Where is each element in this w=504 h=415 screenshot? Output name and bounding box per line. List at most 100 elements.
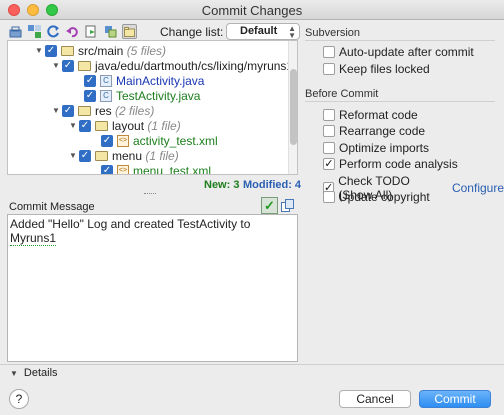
tree-scrollbar[interactable] <box>288 41 297 174</box>
expand-arrow-icon[interactable]: ▼ <box>52 61 62 70</box>
expand-arrow-icon[interactable]: ▼ <box>69 121 79 130</box>
message-history-icon[interactable] <box>281 199 294 212</box>
commit-message-input[interactable]: Added "Hello" Log and created TestActivi… <box>7 214 298 362</box>
checkbox-checked-icon[interactable]: ✓ <box>323 158 335 170</box>
java-file-icon: C <box>100 89 112 102</box>
folder-icon <box>78 60 91 71</box>
expand-arrow-icon[interactable]: ▼ <box>69 151 79 160</box>
new-count: New: 3 <box>204 179 240 191</box>
folder-icon <box>78 105 91 116</box>
changed-files-tree[interactable]: ▼ ✓ src/main (5 files) ▼ ✓ java/edu/dart… <box>7 40 298 175</box>
checkbox-unchecked-icon[interactable] <box>323 142 335 154</box>
option-label: Rearrange code <box>339 124 426 138</box>
folder-icon <box>95 150 108 161</box>
title-bar: Commit Changes <box>0 0 504 20</box>
xml-file-icon: <> <box>117 134 129 147</box>
window-title: Commit Changes <box>201 3 303 18</box>
tree-row-test-activity[interactable]: ✓ C TestActivity.java <box>84 88 200 103</box>
tree-row-label: java/edu/dartmouth/cs/lixing/myruns1 <box>95 58 294 73</box>
tree-row-label: src/main <box>78 43 124 58</box>
checkbox-unchecked-icon[interactable] <box>323 191 335 203</box>
commit-message-flagged-word: Myruns1 <box>10 231 57 246</box>
tree-row-label: TestActivity.java <box>116 88 201 103</box>
tree-row-label: activity_test.xml <box>133 133 218 148</box>
checkbox-checked-icon[interactable]: ✓ <box>79 149 91 162</box>
tree-row-src-main[interactable]: ▼ ✓ src/main (5 files) <box>35 43 166 58</box>
tree-row-menu[interactable]: ▼ ✓ menu (1 file) <box>69 148 179 163</box>
option-label: Perform code analysis <box>339 157 458 171</box>
tree-row-label: menu <box>112 148 143 163</box>
change-list-value: Default <box>240 25 278 37</box>
chevron-up-down-icon: ▲ ▼ <box>288 24 296 40</box>
commit-message-text: Added "Hello" Log and created TestActivi… <box>10 217 251 231</box>
expand-arrow-icon[interactable]: ▼ <box>52 106 62 115</box>
checkbox-checked-icon[interactable]: ✓ <box>45 44 57 57</box>
checkbox-unchecked-icon[interactable] <box>323 46 335 58</box>
file-count: (1 file) <box>145 148 179 163</box>
perform-code-analysis-option[interactable]: ✓ Perform code analysis <box>323 157 458 171</box>
checkbox-checked-icon[interactable]: ✓ <box>79 119 91 132</box>
subversion-heading: Subversion <box>305 27 496 41</box>
chevron-down-icon: ▼ <box>10 368 18 378</box>
scrollbar-thumb[interactable] <box>290 69 297 145</box>
tree-row-label: MainActivity.java <box>116 73 205 88</box>
file-count: (2 files) <box>115 103 155 118</box>
expand-arrow-icon[interactable]: ▼ <box>35 46 45 55</box>
tree-row-label: menu_test.xml <box>133 163 212 175</box>
folder-icon <box>61 45 74 56</box>
group-by-folder-icon[interactable] <box>122 24 137 39</box>
change-list-label: Change list: <box>160 25 224 39</box>
refresh-icon[interactable] <box>46 24 61 39</box>
commit-message-label: Commit Message <box>9 201 95 213</box>
reformat-code-option[interactable]: Reformat code <box>323 108 418 122</box>
java-file-icon: C <box>100 74 112 87</box>
collapse-icon[interactable] <box>84 24 99 39</box>
help-button[interactable]: ? <box>9 389 29 409</box>
tree-row-menu-test-xml[interactable]: ✓ <> menu_test.xml <box>101 163 212 175</box>
undo-icon[interactable] <box>65 24 80 39</box>
changes-toolbar: Change list: Default ▲ ▼ <box>8 23 300 41</box>
tree-row-activity-test-xml[interactable]: ✓ <> activity_test.xml <box>101 133 218 148</box>
rearrange-code-option[interactable]: Rearrange code <box>323 124 425 138</box>
tree-row-layout[interactable]: ▼ ✓ layout (1 file) <box>69 118 181 133</box>
checkbox-checked-icon[interactable]: ✓ <box>84 74 96 87</box>
cancel-button[interactable]: Cancel <box>339 390 411 408</box>
configure-link[interactable]: Configure <box>452 181 504 195</box>
splitter-handle[interactable] <box>144 193 156 195</box>
checkbox-checked-icon[interactable]: ✓ <box>101 164 113 174</box>
tree-row-package[interactable]: ▼ ✓ java/edu/dartmouth/cs/lixing/myruns1 <box>52 58 293 73</box>
checkbox-checked-icon[interactable]: ✓ <box>62 104 74 117</box>
checkbox-checked-icon[interactable]: ✓ <box>101 134 113 147</box>
auto-update-option[interactable]: Auto-update after commit <box>323 45 474 59</box>
tree-row-label: layout <box>112 118 145 133</box>
folder-icon <box>95 120 108 131</box>
option-label: Reformat code <box>339 108 418 122</box>
file-count: (1 file) <box>147 118 181 133</box>
details-toggle[interactable]: ▼ Details <box>10 367 58 379</box>
keep-files-locked-option[interactable]: Keep files locked <box>323 62 430 76</box>
tree-row-res[interactable]: ▼ ✓ res (2 files) <box>52 103 154 118</box>
checkbox-unchecked-icon[interactable] <box>323 109 335 121</box>
bottom-divider <box>0 364 504 365</box>
move-icon[interactable] <box>103 24 118 39</box>
option-label: Update copyright <box>339 190 430 204</box>
details-label: Details <box>23 367 58 379</box>
modified-count: Modified: 4 <box>243 179 302 191</box>
file-count: (5 files) <box>126 43 167 58</box>
checkbox-unchecked-icon[interactable] <box>323 125 335 137</box>
commit-button[interactable]: Commit <box>419 390 491 408</box>
spell-check-icon[interactable]: ✓ <box>261 197 278 214</box>
before-commit-heading: Before Commit <box>305 88 496 102</box>
checkbox-checked-icon[interactable]: ✓ <box>62 59 74 72</box>
tree-row-main-activity[interactable]: ✓ C MainActivity.java <box>84 73 204 88</box>
tree-row-label: res <box>95 103 112 118</box>
xml-file-icon: <> <box>117 164 129 174</box>
update-copyright-option[interactable]: Update copyright <box>323 190 430 204</box>
optimize-imports-option[interactable]: Optimize imports <box>323 141 429 155</box>
diff-icon[interactable] <box>27 24 42 39</box>
checkbox-checked-icon[interactable]: ✓ <box>84 89 96 102</box>
checkbox-unchecked-icon[interactable] <box>323 63 335 75</box>
refresh-icon[interactable] <box>8 24 23 39</box>
change-list-select[interactable]: Default ▲ ▼ <box>226 23 300 40</box>
option-label: Optimize imports <box>339 141 430 155</box>
